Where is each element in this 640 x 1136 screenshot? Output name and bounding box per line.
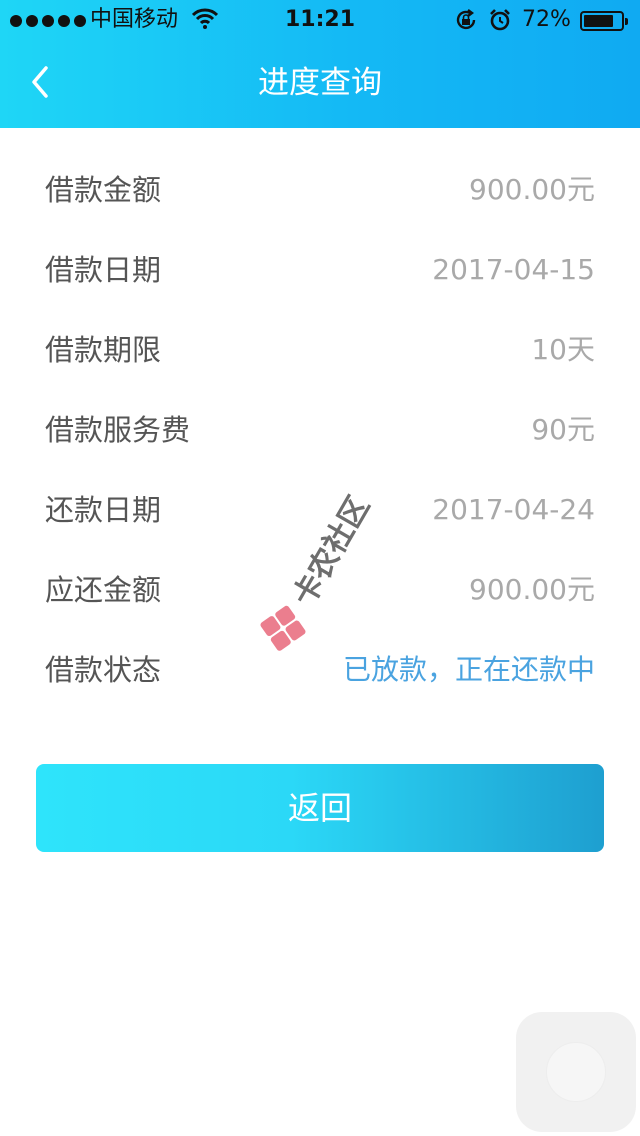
loan-status-value: 已放款，正在还款中 — [342, 653, 595, 686]
detail-label: 应还金额 — [45, 573, 162, 607]
detail-label: 借款服务费 — [45, 413, 191, 447]
assistive-touch-button[interactable] — [516, 1012, 636, 1132]
page-title: 进度查询 — [258, 65, 382, 101]
detail-row-repayment-date: 还款日期 2017-04-24 — [0, 470, 640, 550]
detail-row-loan-date: 借款日期 2017-04-15 — [0, 230, 640, 310]
loan-details-list: 借款金额 900.00元 借款日期 2017-04-15 借款期限 10天 借款… — [0, 150, 640, 710]
battery-percent: 72% — [522, 7, 571, 32]
detail-value: 10天 — [531, 333, 595, 366]
detail-value: 2017-04-15 — [432, 253, 595, 286]
detail-row-service-fee: 借款服务费 90元 — [0, 390, 640, 470]
detail-label: 借款期限 — [45, 333, 162, 367]
detail-row-loan-amount: 借款金额 900.00元 — [0, 150, 640, 230]
detail-value: 2017-04-24 — [432, 493, 595, 526]
rotation-lock-icon — [454, 8, 478, 39]
assistive-touch-icon — [546, 1042, 606, 1102]
detail-row-amount-due: 应还金额 900.00元 — [0, 550, 640, 630]
detail-label: 借款金额 — [45, 173, 162, 207]
status-bar: 中国移动 11:21 72% — [0, 0, 640, 40]
battery-icon — [580, 11, 628, 31]
detail-value: 90元 — [531, 413, 595, 446]
detail-value: 900.00元 — [469, 573, 595, 606]
detail-row-loan-term: 借款期限 10天 — [0, 310, 640, 390]
detail-label: 借款状态 — [45, 653, 162, 687]
app-header: 中国移动 11:21 72% 进度查询 — [0, 0, 640, 128]
return-button[interactable]: 返回 — [36, 764, 604, 852]
alarm-icon — [488, 8, 512, 39]
detail-row-loan-status: 借款状态 已放款，正在还款中 — [0, 630, 640, 710]
detail-value: 900.00元 — [469, 173, 595, 206]
detail-label: 借款日期 — [45, 253, 162, 287]
detail-label: 还款日期 — [45, 493, 162, 527]
